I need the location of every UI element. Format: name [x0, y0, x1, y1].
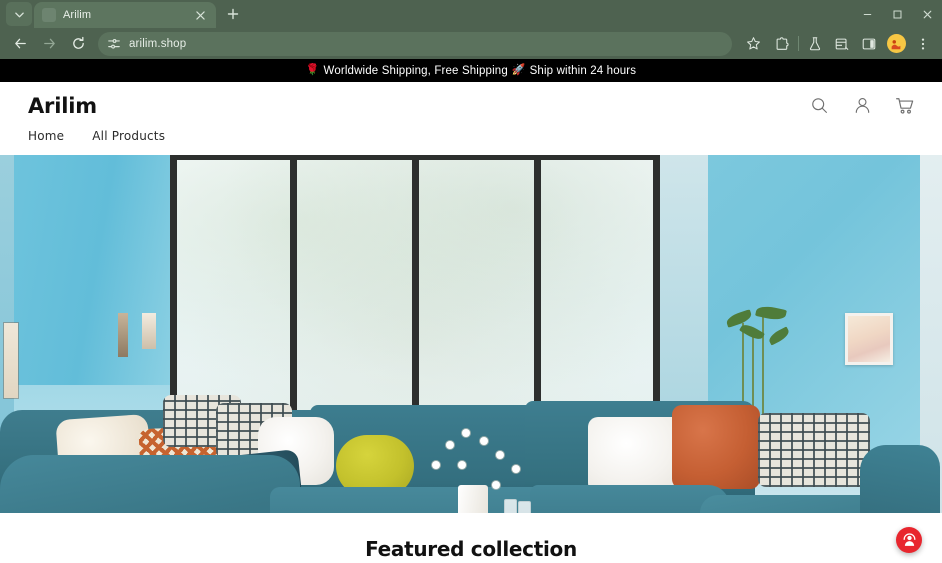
flower-bloom [492, 481, 500, 489]
hero-wall-art-a [118, 313, 128, 357]
minimize-icon [863, 13, 871, 15]
support-chat-button[interactable] [896, 527, 922, 553]
flower-bloom [462, 429, 470, 437]
minimize-button[interactable] [852, 0, 882, 28]
new-tab-button[interactable] [221, 2, 245, 26]
drinking-glass [518, 501, 531, 513]
side-panel-icon [862, 38, 876, 49]
back-arrow-icon [14, 38, 26, 49]
tab-close-button[interactable] [192, 7, 208, 23]
search-glyph-icon [811, 98, 827, 113]
flower-bloom [512, 465, 520, 473]
extensions-button[interactable] [769, 31, 795, 57]
reload-icon [72, 36, 84, 49]
labs-button[interactable] [802, 31, 828, 57]
chevron-down-icon [14, 11, 24, 17]
site-favicon [42, 8, 56, 22]
avatar-glyph-icon [889, 36, 903, 51]
drinking-glass [504, 499, 517, 513]
profile-avatar [886, 34, 906, 53]
rocket-icon: 🚀 [511, 64, 526, 76]
plus-icon [227, 8, 239, 20]
announcement-text-left: Worldwide Shipping, Free Shipping [323, 64, 508, 77]
sofa-pillow-geometric [758, 413, 870, 487]
account-glyph-icon [855, 98, 869, 113]
close-icon [923, 10, 931, 18]
hero-left-artwork [4, 323, 18, 398]
profile-button[interactable] [883, 31, 909, 57]
header-icon-group [808, 95, 916, 117]
toolbar-divider [798, 36, 799, 51]
flower-bloom [458, 461, 466, 469]
window-close-button[interactable] [912, 0, 942, 28]
hero-window-mullion [170, 155, 177, 423]
support-agent-icon [903, 532, 915, 546]
cart-glyph-icon [896, 97, 914, 114]
window-controls [852, 0, 942, 28]
address-bar-url: arilim.shop [129, 37, 187, 50]
star-icon [746, 37, 760, 50]
flower-bloom [446, 441, 454, 449]
site-header: Arilim [0, 82, 942, 129]
split-view-button[interactable] [829, 31, 855, 57]
hero-left-wall [0, 155, 170, 385]
browser-tab[interactable]: Arilim [34, 2, 216, 28]
back-button[interactable] [6, 30, 34, 58]
hero-window-mullion [534, 155, 541, 423]
browser-menu-button[interactable] [910, 31, 936, 57]
close-icon [195, 10, 205, 20]
nav-link-all-products[interactable]: All Products [92, 129, 165, 143]
search-icon[interactable] [808, 95, 830, 117]
hero-right-artwork [845, 313, 893, 365]
split-view-icon [835, 38, 849, 50]
extensions-puzzle-icon [776, 36, 789, 50]
flower-vase [458, 485, 488, 513]
forward-arrow-icon [43, 38, 55, 49]
announcement-text-right: Ship within 24 hours [529, 64, 637, 77]
tab-search-button[interactable] [6, 2, 32, 26]
hero-wall-art-b [142, 313, 156, 349]
featured-collection-title: Featured collection [365, 537, 577, 561]
hero-window-mullion [290, 155, 297, 423]
featured-collection-section: Featured collection [0, 513, 942, 561]
sofa-arm-left [0, 455, 300, 513]
tab-strip: Arilim [0, 0, 942, 28]
hero-window-mullion [653, 155, 660, 423]
browser-window: Arilim arilim.shop 🌹 Worldwide Shipping,… [0, 0, 942, 563]
site-logo[interactable]: Arilim [28, 94, 97, 118]
hero-banner-image[interactable] [0, 155, 942, 513]
sofa-arm-right [860, 445, 940, 513]
nav-link-home[interactable]: Home [28, 129, 64, 143]
hero-window-mullion [412, 155, 419, 423]
site-nav: Home All Products [0, 129, 942, 155]
tab-title: Arilim [63, 9, 92, 21]
announcement-bar: 🌹 Worldwide Shipping, Free Shipping 🚀 Sh… [0, 59, 942, 82]
account-icon[interactable] [851, 95, 873, 117]
flower-bloom [496, 451, 504, 459]
flower-bloom [432, 461, 440, 469]
maximize-button[interactable] [882, 0, 912, 28]
side-panel-button[interactable] [856, 31, 882, 57]
address-bar[interactable]: arilim.shop [98, 31, 732, 56]
browser-toolbar: arilim.shop [0, 28, 942, 59]
hero-window-header [170, 155, 660, 160]
reload-button[interactable] [64, 30, 92, 58]
maximize-icon [893, 10, 901, 18]
sofa-pillow-orange [672, 405, 760, 489]
bookmark-button[interactable] [740, 31, 766, 57]
cart-icon[interactable] [894, 95, 916, 117]
rose-icon: 🌹 [305, 64, 320, 76]
page-viewport: 🌹 Worldwide Shipping, Free Shipping 🚀 Sh… [0, 59, 942, 563]
three-dot-menu-icon [921, 37, 925, 50]
flask-icon [809, 36, 821, 50]
sofa-pillow-white [588, 417, 684, 493]
forward-button[interactable] [35, 30, 63, 58]
tune-sliders-icon[interactable] [107, 37, 121, 51]
flower-bloom [480, 437, 488, 445]
